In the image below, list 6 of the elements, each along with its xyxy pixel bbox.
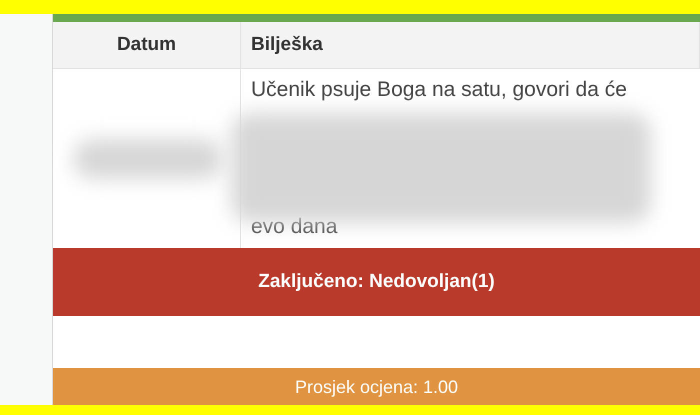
note-text: Učenik psuje Boga na satu, govori da će	[251, 77, 628, 103]
column-header: Datum	[53, 22, 241, 68]
final-grade-text: Zaključeno: Nedovoljan(1)	[258, 271, 495, 293]
average-text: Prosjek ocjena: 1.00	[294, 376, 458, 396]
note-text: evo dana	[251, 214, 338, 240]
column-header: Bilješka	[241, 22, 700, 68]
